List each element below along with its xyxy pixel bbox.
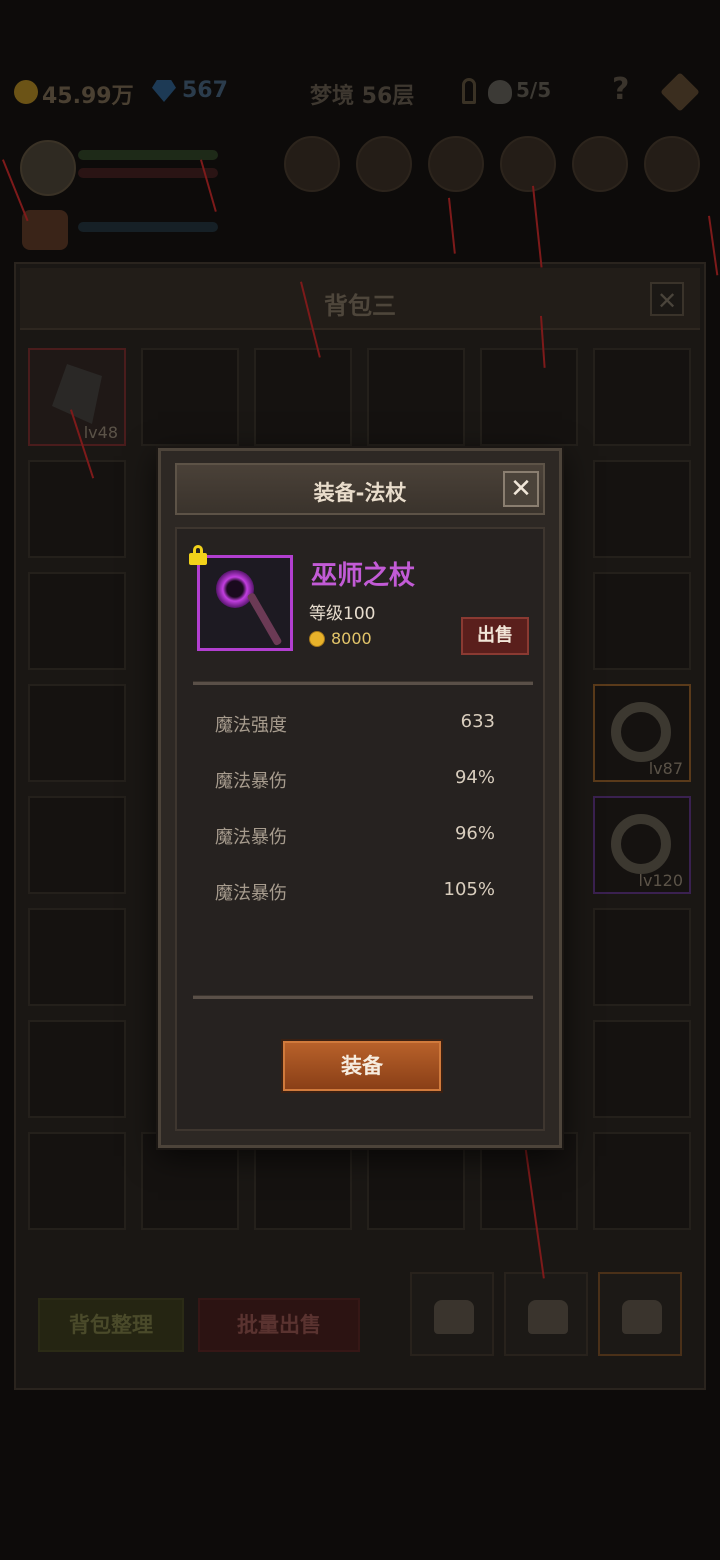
item-name: 巫师之杖: [311, 561, 416, 591]
staff-shaft: [246, 592, 283, 647]
divider: [193, 681, 533, 685]
skill-slot[interactable]: [500, 136, 556, 192]
axe-icon: [52, 364, 102, 424]
lock-icon[interactable]: [189, 545, 207, 565]
lock-body: [189, 553, 207, 565]
stat-label: 魔法暴伤: [215, 883, 287, 904]
rain-streak: [532, 185, 543, 268]
inventory-slot[interactable]: [593, 348, 691, 446]
inventory-slot[interactable]: [28, 1020, 126, 1118]
hammer-icon[interactable]: [660, 72, 700, 112]
inventory-slot[interactable]: [28, 908, 126, 1006]
skull-icon: [488, 80, 512, 104]
pet-avatar[interactable]: [22, 210, 68, 250]
gold-amount: 45.99万: [42, 84, 134, 109]
backpack-tab-2[interactable]: [504, 1272, 588, 1356]
stat-value: 633: [460, 711, 495, 732]
inventory-slot[interactable]: [480, 348, 578, 446]
ring-icon: [611, 702, 671, 762]
mp-bar: [78, 168, 218, 178]
organize-backpack-button[interactable]: 背包整理: [38, 1298, 184, 1352]
inventory-slot[interactable]: lv120: [593, 796, 691, 894]
inventory-slot[interactable]: [593, 1020, 691, 1118]
rain-streak: [448, 197, 456, 254]
inventory-slot[interactable]: [28, 460, 126, 558]
item-icon-frame[interactable]: [197, 555, 293, 651]
stat-value: 94%: [454, 767, 495, 788]
rain-streak: [708, 215, 719, 276]
diamond-icon: [152, 80, 176, 102]
stat-label: 魔法强度: [215, 715, 287, 736]
backpack-icon: [434, 1300, 474, 1334]
backpack-icon: [622, 1300, 662, 1334]
key-icon: [462, 78, 476, 104]
backpack-tab-1[interactable]: [410, 1272, 494, 1356]
backpack-icon: [528, 1300, 568, 1334]
stat-value: 96%: [454, 823, 495, 844]
gem-amount: 567: [182, 78, 228, 103]
skill-slot[interactable]: [644, 136, 700, 192]
inventory-slot[interactable]: [593, 908, 691, 1006]
equipment-dialog: 装备-法杖 ✕ 巫师之杖 等级100 8000 出售 魔法强度 633 魔法暴伤…: [158, 448, 562, 1148]
inventory-slot[interactable]: [367, 348, 465, 446]
inventory-slot[interactable]: [28, 572, 126, 670]
sell-button[interactable]: 出售: [461, 617, 529, 655]
dialog-header: 装备-法杖: [175, 463, 545, 515]
item-level: 等级100: [309, 604, 376, 624]
item-level-badge: lv87: [648, 759, 683, 778]
backpack-tab-3[interactable]: [598, 1272, 682, 1356]
top-hud: 45.99万 567 梦境 56层 5/5 ?: [0, 60, 720, 120]
inventory-slot[interactable]: [28, 796, 126, 894]
item-price: 8000: [331, 629, 372, 648]
item-level-badge: lv120: [638, 871, 683, 890]
dialog-title: 装备-法杖: [313, 481, 407, 505]
bulk-sell-button[interactable]: 批量出售: [198, 1298, 360, 1352]
help-icon[interactable]: ?: [612, 72, 629, 107]
hero-avatar[interactable]: [20, 140, 76, 196]
inventory-slot[interactable]: [28, 1132, 126, 1230]
inventory-slot[interactable]: lv87: [593, 684, 691, 782]
skill-slot[interactable]: [572, 136, 628, 192]
ring-icon: [611, 814, 671, 874]
gold-coin-icon: [14, 80, 38, 104]
inventory-slot[interactable]: [593, 460, 691, 558]
inventory-slot[interactable]: [593, 1132, 691, 1230]
wizard-staff-icon: [216, 570, 254, 608]
gold-coin-icon: [309, 631, 325, 647]
backpack-title: 背包三: [324, 292, 396, 320]
skill-slot[interactable]: [356, 136, 412, 192]
dream-floor-label: 梦境 56层: [310, 84, 415, 109]
hp-bar: [78, 150, 218, 160]
inventory-slot[interactable]: [28, 684, 126, 782]
skull-count: 5/5: [516, 78, 552, 102]
inventory-slot[interactable]: [254, 348, 352, 446]
inventory-slot[interactable]: [593, 572, 691, 670]
equip-button[interactable]: 装备: [283, 1041, 441, 1091]
backpack-title-bar: 背包三 ✕: [20, 268, 700, 330]
skill-slot[interactable]: [428, 136, 484, 192]
stat-value: 105%: [443, 879, 495, 900]
divider: [193, 995, 533, 999]
xp-bar: [78, 222, 218, 232]
stat-label: 魔法暴伤: [215, 827, 287, 848]
backpack-close-button[interactable]: ✕: [650, 282, 684, 316]
stat-label: 魔法暴伤: [215, 771, 287, 792]
dialog-close-button[interactable]: ✕: [503, 471, 539, 507]
inventory-slot[interactable]: [141, 348, 239, 446]
skill-slot[interactable]: [284, 136, 340, 192]
item-level-badge: lv48: [83, 423, 118, 442]
